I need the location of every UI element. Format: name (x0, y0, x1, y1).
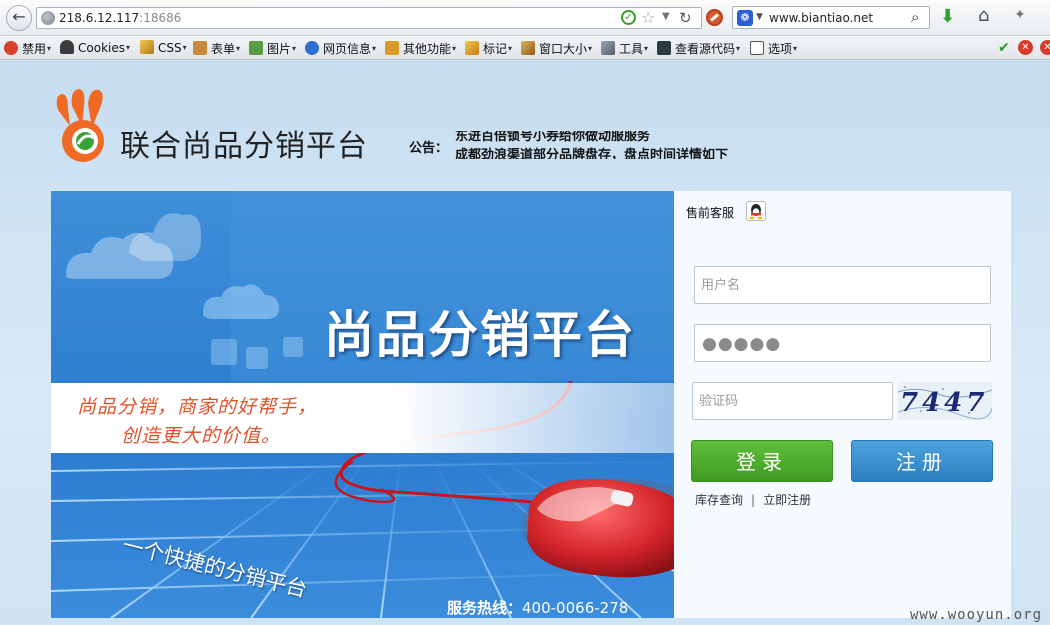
ruler-icon (521, 41, 535, 55)
login-panel: 售前客服 ●●●●● (674, 191, 1011, 618)
devbar-resize[interactable]: 窗口大小▾ (521, 40, 592, 57)
back-arrow-icon: ← (12, 7, 26, 26)
login-button[interactable]: 登录 (691, 440, 833, 482)
notice-line[interactable]: 东进百倍锁号小券给你做动服服务 (455, 131, 650, 144)
cookies-icon (60, 40, 74, 54)
history-dropdown-icon[interactable]: ▼ (662, 11, 670, 22)
devbar-label: 窗口大小 (539, 42, 588, 56)
devbar-label: Cookies (78, 41, 125, 55)
notice-line[interactable]: 成都劲浪渠道部分品牌盘存，盘点时间详情如下 (455, 144, 728, 159)
error-icon[interactable]: ✕ (1018, 40, 1033, 55)
webdev-toolbar: 禁用▾ Cookies▾ CSS▾ 表单▾ 图片▾ 网页信息▾ 其他功能▾ 标记… (0, 36, 1050, 60)
devbar-label: 网页信息 (323, 42, 372, 56)
devbar-label: 图片 (267, 42, 292, 56)
devbar-label: 工具 (619, 42, 644, 56)
devbar-cookies[interactable]: Cookies▾ (60, 40, 130, 57)
link-separator: | (751, 493, 756, 507)
devbar-label: 表单 (211, 42, 236, 56)
brand-logo-icon (56, 89, 104, 162)
url-port: :18686 (139, 11, 182, 25)
hotline-number: 400-0066-278 (522, 599, 629, 617)
presales-service-label: 售前客服 (686, 206, 735, 220)
notice-label: 公告： (409, 141, 449, 156)
username-field[interactable] (694, 266, 991, 304)
devbar-label: 禁用 (22, 42, 47, 56)
devbar-label: 选项 (768, 42, 793, 56)
username-input[interactable] (695, 267, 990, 303)
register-now-link[interactable]: 立即注册 (763, 493, 811, 507)
devbar-options[interactable]: 选项▾ (750, 40, 797, 57)
source-icon (657, 41, 671, 55)
captcha-code: 7447 (900, 388, 989, 418)
devbar-tools[interactable]: 工具▾ (601, 40, 648, 57)
search-icon[interactable]: ⌕ (911, 8, 919, 26)
banner-slogan: 尚品分销，商家的好帮手， (77, 396, 318, 418)
options-icon (750, 41, 764, 55)
devbar-page-info[interactable]: 网页信息▾ (305, 40, 376, 57)
captcha-field[interactable] (692, 382, 893, 420)
service-hotline: 服务热线：400-0066-278 (447, 597, 628, 618)
captcha-input[interactable] (693, 383, 892, 419)
browser-navbar: ← 218.6.12.117:18686 ✓ ☆ ▼ ↻ ❁ ▼ www.bia… (0, 0, 1050, 36)
images-icon (249, 41, 263, 55)
devbar-outline[interactable]: 标记▾ (465, 40, 512, 57)
url-text[interactable]: 218.6.12.117:18686 (59, 11, 181, 25)
login-links: 库存查询 | 立即注册 (695, 491, 811, 508)
site-identity-icon[interactable] (41, 11, 55, 25)
qq-chat-icon[interactable] (746, 201, 766, 221)
search-input[interactable]: www.biantiao.net (769, 11, 873, 25)
devbar-label: 查看源代码 (675, 42, 736, 56)
url-host: 218.6.12.117 (59, 11, 140, 25)
adblock-icon[interactable] (706, 9, 723, 26)
devbar-css[interactable]: CSS▾ (140, 40, 187, 57)
banner-slogan: 创造更大的价值。 (121, 425, 282, 447)
home-icon[interactable]: ⌂ (978, 5, 989, 26)
captcha-image[interactable]: 7447 (898, 382, 992, 420)
info-icon (305, 41, 319, 55)
devbar-label: 其他功能 (403, 42, 452, 56)
addon-icon[interactable]: ✦ (1014, 7, 1026, 23)
download-icon[interactable]: ⬇ (940, 6, 955, 27)
promo-banner: 尚品分销平台 尚品分销，商家的好帮手， 创造更大的价值。 一个快捷的分销平台 服… (51, 191, 674, 618)
notice-marquee[interactable]: 东进百倍锁号小券给你做动服服务 成都劲浪渠道部分品牌盘存，盘点时间详情如下 (455, 131, 755, 159)
hotline-label: 服务热线： (447, 599, 523, 617)
bookmark-star-icon[interactable]: ☆ (641, 8, 655, 27)
devbar-disable[interactable]: 禁用▾ (4, 40, 51, 57)
back-button[interactable]: ← (6, 5, 32, 31)
misc-icon (385, 41, 399, 55)
tools-icon (601, 41, 615, 55)
devbar-view-source[interactable]: 查看源代码▾ (657, 40, 740, 57)
page-body: 联合尚品分销平台 公告： 东进百倍锁号小券给你做动服服务 成都劲浪渠道部分品牌盘… (0, 61, 1050, 625)
disable-icon (4, 41, 18, 55)
forms-icon (193, 41, 207, 55)
brand-name: 联合尚品分销平台 (120, 129, 368, 164)
devbar-forms[interactable]: 表单▾ (193, 40, 240, 57)
devbar-label: CSS (158, 41, 182, 55)
watermark: www.wooyun.org (910, 607, 1043, 623)
pencil-icon (465, 41, 479, 55)
devbar-misc[interactable]: 其他功能▾ (385, 40, 456, 57)
search-bar[interactable]: ❁ ▼ www.biantiao.net ⌕ (732, 6, 930, 29)
banner-title: 尚品分销平台 (324, 305, 636, 364)
engine-dropdown-icon[interactable]: ▼ (756, 12, 763, 22)
devbar-images[interactable]: 图片▾ (249, 40, 296, 57)
register-button[interactable]: 注册 (851, 440, 993, 482)
reload-icon[interactable]: ↻ (679, 9, 692, 27)
address-bar[interactable]: 218.6.12.117:18686 ✓ ☆ ▼ ↻ (36, 7, 702, 29)
devbar-label: 标记 (483, 42, 508, 56)
checkmark-icon[interactable]: ✓ (621, 10, 636, 25)
password-mask[interactable]: ●●●●● (702, 334, 781, 354)
close-toolbar-icon[interactable]: ✕ (1040, 40, 1050, 55)
valid-check-icon[interactable]: ✔ (998, 40, 1010, 56)
password-field[interactable]: ●●●●● (694, 324, 991, 362)
inventory-query-link[interactable]: 库存查询 (695, 493, 743, 507)
search-engine-icon[interactable]: ❁ (737, 10, 753, 26)
css-icon (140, 40, 154, 54)
